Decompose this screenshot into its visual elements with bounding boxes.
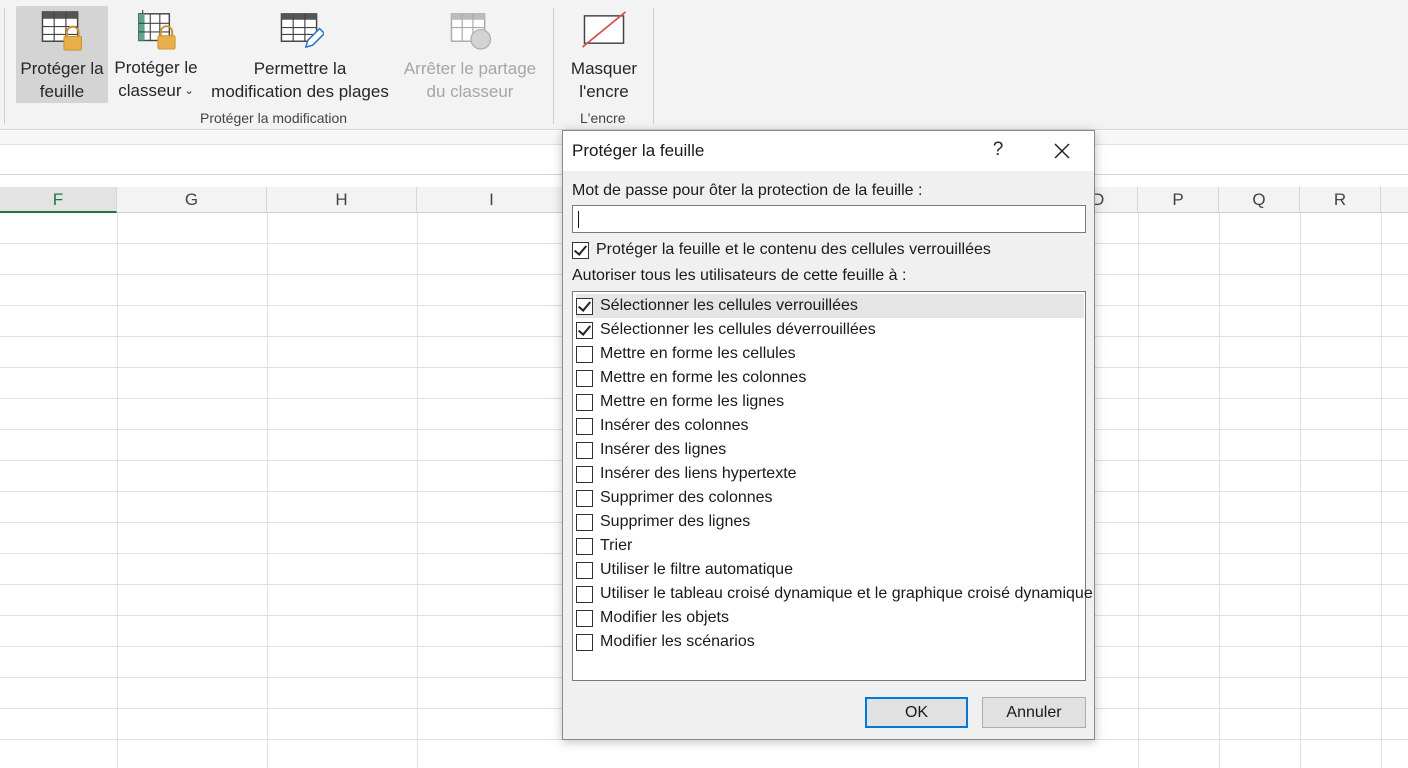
hide-ink-icon: [581, 11, 627, 48]
column-gridline: [1300, 213, 1301, 768]
permission-item[interactable]: Insérer des lignes: [576, 438, 1084, 462]
hide-ink-label: Masquer l'encre: [570, 59, 638, 101]
permission-checkbox[interactable]: [576, 441, 593, 459]
permission-checkbox[interactable]: [576, 513, 593, 531]
permission-checkbox[interactable]: [576, 321, 593, 339]
protect-workbook-label: Protéger le classeur ⌄: [114, 58, 198, 100]
chevron-down-icon: ⌄: [184, 85, 194, 97]
protect-sheet-dialog: Protéger la feuille ? Mot de passe pour …: [562, 130, 1095, 740]
permission-checkbox[interactable]: [576, 489, 593, 507]
protect-sheet-checkbox-row[interactable]: Protéger la feuille et le contenu des ce…: [572, 241, 991, 259]
permission-checkbox[interactable]: [576, 465, 593, 483]
allow-label: Autoriser tous les utilisateurs de cette…: [572, 267, 907, 284]
permission-item[interactable]: Trier: [576, 534, 1084, 558]
group-label-protect: Protéger la modification: [200, 110, 348, 126]
permission-checkbox[interactable]: [576, 417, 593, 435]
group-separator: [553, 8, 554, 124]
unshare-workbook-button[interactable]: Arrêter le partage du classeur: [396, 6, 544, 103]
permission-item[interactable]: Mettre en forme les colonnes: [576, 366, 1084, 390]
column-gridline: [1381, 213, 1382, 768]
permission-item[interactable]: Insérer des colonnes: [576, 414, 1084, 438]
column-header-g[interactable]: G: [117, 187, 267, 213]
allow-edit-ranges-button[interactable]: Permettre la modification des plages: [204, 6, 396, 103]
permission-item[interactable]: Modifier les objets: [576, 606, 1084, 630]
password-input[interactable]: [572, 205, 1086, 233]
group-separator: [653, 8, 654, 124]
protect-sheet-button[interactable]: Protéger la feuille: [16, 6, 108, 103]
permission-checkbox[interactable]: [576, 633, 593, 651]
permission-checkbox[interactable]: [576, 561, 593, 579]
ok-button[interactable]: OK: [865, 697, 968, 728]
permission-checkbox[interactable]: [576, 369, 593, 387]
unshare-workbook-label: Arrêter le partage du classeur: [403, 59, 537, 101]
column-gridline: [267, 213, 268, 768]
column-header-partial[interactable]: D: [1090, 187, 1138, 213]
permission-item[interactable]: Supprimer des colonnes: [576, 486, 1084, 510]
protect-workbook-button[interactable]: Protéger le classeur ⌄: [110, 6, 202, 103]
permission-item[interactable]: Sélectionner les cellules déverrouillées: [576, 318, 1084, 342]
permission-item[interactable]: Mettre en forme les cellules: [576, 342, 1084, 366]
protect-sheet-checkbox[interactable]: [572, 241, 589, 259]
permission-item[interactable]: Mettre en forme les lignes: [576, 390, 1084, 414]
column-gridline: [117, 213, 118, 768]
column-header-r[interactable]: R: [1300, 187, 1381, 213]
column-gridline: [1138, 213, 1139, 768]
protect-sheet-icon: [41, 11, 83, 51]
close-button[interactable]: [1050, 139, 1074, 163]
column-header-p[interactable]: P: [1138, 187, 1219, 213]
permission-item[interactable]: Utiliser le filtre automatique: [576, 558, 1084, 582]
column-header-h[interactable]: H: [267, 187, 417, 213]
permission-item[interactable]: Insérer des liens hypertexte: [576, 462, 1084, 486]
column-header-f[interactable]: F: [0, 187, 117, 213]
hide-ink-button[interactable]: Masquer l'encre: [562, 6, 646, 103]
protect-sheet-label: Protéger la feuille: [20, 59, 104, 101]
password-label: Mot de passe pour ôter la protection de …: [572, 182, 923, 199]
permission-checkbox[interactable]: [576, 297, 593, 315]
cancel-button[interactable]: Annuler: [982, 697, 1086, 728]
permission-item[interactable]: Utiliser le tableau croisé dynamique et …: [576, 582, 1093, 606]
allow-edit-ranges-icon: [280, 13, 324, 49]
text-caret: [578, 211, 579, 228]
group-label-ink: L'encre: [580, 110, 626, 126]
permission-item[interactable]: Modifier les scénarios: [576, 630, 1084, 654]
permission-checkbox[interactable]: [576, 585, 593, 603]
protect-workbook-icon: [138, 10, 176, 50]
permission-checkbox[interactable]: [576, 345, 593, 363]
permission-checkbox[interactable]: [576, 393, 593, 411]
permission-checkbox[interactable]: [576, 609, 593, 627]
help-button[interactable]: ?: [987, 139, 1009, 161]
column-header-q[interactable]: Q: [1219, 187, 1300, 213]
permission-item[interactable]: Supprimer des lignes: [576, 510, 1084, 534]
allow-edit-ranges-label: Permettre la modification des plages: [211, 59, 389, 101]
column-gridline: [1219, 213, 1220, 768]
group-separator: [4, 8, 5, 124]
protect-sheet-checkbox-label: Protéger la feuille et le contenu des ce…: [596, 241, 991, 258]
column-header-i[interactable]: I: [417, 187, 567, 213]
unshare-workbook-icon: [450, 13, 492, 50]
dialog-title: Protéger la feuille: [572, 141, 705, 160]
column-gridline: [417, 213, 418, 768]
permissions-list[interactable]: Sélectionner les cellules verrouillées S…: [572, 291, 1093, 681]
close-icon: [1054, 143, 1070, 159]
dialog-titlebar[interactable]: Protéger la feuille ?: [563, 131, 1094, 171]
permission-item[interactable]: Sélectionner les cellules verrouillées: [576, 294, 1084, 318]
permission-checkbox[interactable]: [576, 537, 593, 555]
ribbon: Protéger la feuille Protéger le classeur…: [0, 0, 1408, 130]
